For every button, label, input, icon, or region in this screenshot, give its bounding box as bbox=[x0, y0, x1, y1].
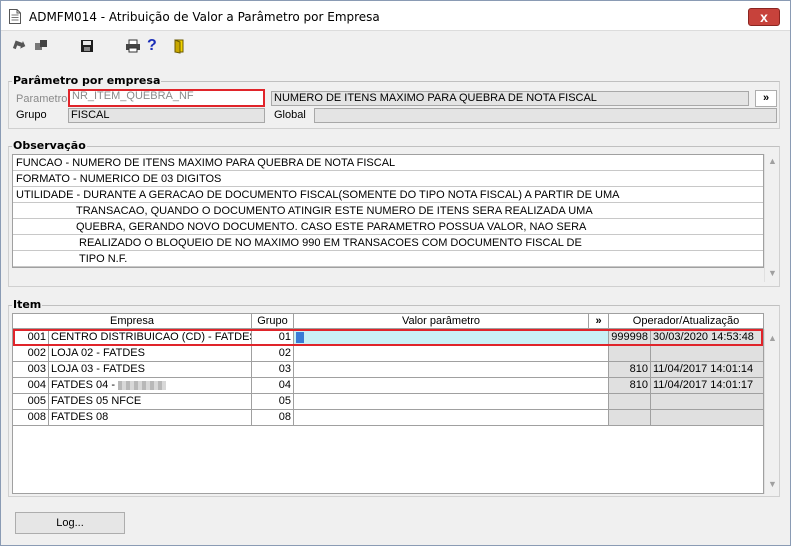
parametro-label: Parametro bbox=[16, 93, 68, 105]
main-window: ADMFM014 - Atribuição de Valor a Parâmet… bbox=[0, 0, 791, 546]
observacao-group-title: Observação bbox=[12, 139, 87, 152]
toolbar: ? bbox=[1, 32, 790, 62]
save-icon[interactable] bbox=[79, 38, 97, 56]
observacao-line: QUEBRA, GERANDO NOVO DOCUMENTO. CASO EST… bbox=[13, 219, 763, 235]
row-empresa: LOJA 03 - FATDES bbox=[49, 362, 252, 378]
row-atualizacao: 30/03/2020 14:53:48 bbox=[651, 330, 763, 346]
row-grupo: 04 bbox=[252, 378, 294, 394]
column-header-operador[interactable]: Operador/Atualização bbox=[609, 314, 763, 329]
row-code: 002 bbox=[13, 346, 49, 362]
grupo-field: FISCAL bbox=[68, 108, 265, 123]
parametro-group-title: Parâmetro por empresa bbox=[12, 74, 162, 87]
table-row[interactable]: 001 CENTRO DISTRIBUICAO (CD) - FATDES 01… bbox=[13, 330, 763, 346]
row-operador: 999998 bbox=[609, 330, 651, 346]
row-operador bbox=[609, 346, 651, 362]
row-empresa: FATDES 05 NFCE bbox=[49, 394, 252, 410]
row-valor-input[interactable] bbox=[294, 346, 609, 362]
row-valor-input[interactable] bbox=[294, 378, 609, 394]
close-button[interactable]: x bbox=[748, 8, 780, 26]
table-row[interactable]: 004 FATDES 04 - 04 810 11/04/2017 14:01:… bbox=[13, 378, 763, 394]
column-header-valor[interactable]: Valor parâmetro bbox=[294, 314, 589, 329]
observacao-line: TIPO N.F. bbox=[13, 251, 763, 267]
text-cursor-icon bbox=[296, 331, 304, 343]
parametro-description-field: NUMERO DE ITENS MAXIMO PARA QUEBRA DE NO… bbox=[271, 91, 749, 106]
parametro-input[interactable]: NR_ITEM_QUEBRA_NF bbox=[68, 89, 265, 107]
observacao-line: FORMATO - NUMERICO DE 03 DIGITOS bbox=[13, 171, 763, 187]
redacted-text bbox=[118, 380, 167, 390]
observacao-line: FUNCAO - NUMERO DE ITENS MAXIMO PARA QUE… bbox=[13, 155, 763, 171]
global-field bbox=[314, 108, 777, 123]
scroll-down-icon[interactable]: ▼ bbox=[765, 266, 780, 281]
row-empresa: CENTRO DISTRIBUICAO (CD) - FATDES bbox=[49, 330, 252, 346]
item-group-title: Item bbox=[12, 298, 43, 311]
print-icon[interactable] bbox=[125, 38, 143, 56]
scroll-up-icon[interactable]: ▲ bbox=[765, 154, 780, 169]
observacao-text-area[interactable]: FUNCAO - NUMERO DE ITENS MAXIMO PARA QUE… bbox=[12, 154, 764, 268]
document-icon bbox=[9, 9, 21, 24]
row-code: 008 bbox=[13, 410, 49, 426]
item-scrollbar[interactable]: ▲ ▼ bbox=[764, 329, 779, 494]
row-empresa: FATDES 04 - bbox=[49, 378, 252, 394]
row-empresa: FATDES 08 bbox=[49, 410, 252, 426]
scroll-up-icon[interactable]: ▲ bbox=[765, 331, 780, 346]
column-header-empresa[interactable]: Empresa bbox=[13, 314, 252, 329]
row-grupo: 08 bbox=[252, 410, 294, 426]
row-valor-input[interactable] bbox=[294, 330, 609, 346]
row-atualizacao bbox=[651, 346, 763, 362]
table-row[interactable]: 005 FATDES 05 NFCE 05 bbox=[13, 394, 763, 410]
row-operador: 810 bbox=[609, 378, 651, 394]
observacao-line: UTILIDADE - DURANTE A GERACAO DE DOCUMEN… bbox=[13, 187, 763, 203]
window-title: ADMFM014 - Atribuição de Valor a Parâmet… bbox=[29, 10, 380, 24]
item-grid: Empresa Grupo Valor parâmetro » Operador… bbox=[12, 313, 764, 494]
help-icon[interactable]: ? bbox=[147, 38, 165, 56]
title-bar: ADMFM014 - Atribuição de Valor a Parâmet… bbox=[1, 1, 790, 31]
table-row[interactable]: 003 LOJA 03 - FATDES 03 810 11/04/2017 1… bbox=[13, 362, 763, 378]
row-grupo: 01 bbox=[252, 330, 294, 346]
restore-icon[interactable] bbox=[33, 38, 51, 56]
grupo-label: Grupo bbox=[16, 109, 47, 121]
row-atualizacao: 11/04/2017 14:01:14 bbox=[651, 362, 763, 378]
row-code: 001 bbox=[13, 330, 49, 346]
exit-icon[interactable] bbox=[11, 38, 29, 56]
row-code: 003 bbox=[13, 362, 49, 378]
observacao-scrollbar[interactable]: ▲ ▼ bbox=[764, 154, 779, 282]
scroll-down-icon[interactable]: ▼ bbox=[765, 477, 780, 492]
row-valor-input[interactable] bbox=[294, 362, 609, 378]
observacao-line: REALIZADO O BLOQUEIO DE NO MAXIMO 990 EM… bbox=[13, 235, 763, 251]
table-row[interactable]: 008 FATDES 08 08 bbox=[13, 410, 763, 426]
row-valor-input[interactable] bbox=[294, 394, 609, 410]
row-operador bbox=[609, 410, 651, 426]
row-grupo: 02 bbox=[252, 346, 294, 362]
row-grupo: 05 bbox=[252, 394, 294, 410]
door-icon[interactable] bbox=[171, 38, 189, 56]
row-code: 005 bbox=[13, 394, 49, 410]
row-code: 004 bbox=[13, 378, 49, 394]
column-header-grupo[interactable]: Grupo bbox=[252, 314, 294, 329]
row-atualizacao bbox=[651, 410, 763, 426]
row-grupo: 03 bbox=[252, 362, 294, 378]
row-operador: 810 bbox=[609, 362, 651, 378]
row-atualizacao: 11/04/2017 14:01:17 bbox=[651, 378, 763, 394]
row-empresa: LOJA 02 - FATDES bbox=[49, 346, 252, 362]
parametro-expand-button[interactable]: » bbox=[755, 90, 777, 107]
observacao-line: TRANSACAO, QUANDO O DOCUMENTO ATINGIR ES… bbox=[13, 203, 763, 219]
valor-expand-button[interactable]: » bbox=[589, 314, 609, 329]
row-valor-input[interactable] bbox=[294, 410, 609, 426]
global-label: Global bbox=[274, 109, 306, 121]
row-atualizacao bbox=[651, 394, 763, 410]
row-operador bbox=[609, 394, 651, 410]
log-button[interactable]: Log... bbox=[15, 512, 125, 534]
table-row[interactable]: 002 LOJA 02 - FATDES 02 bbox=[13, 346, 763, 362]
